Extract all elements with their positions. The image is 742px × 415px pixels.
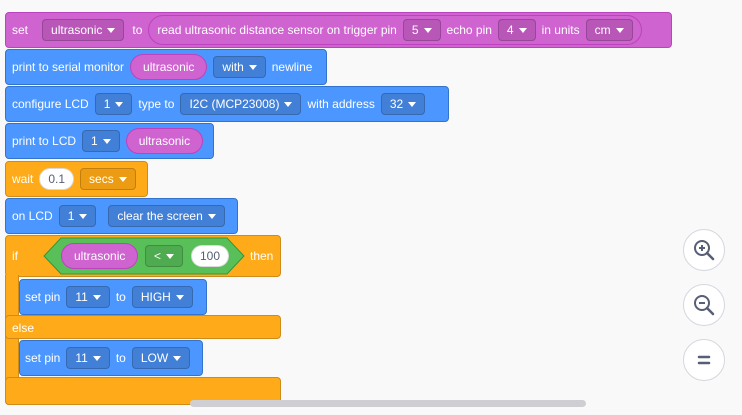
equals-icon <box>697 355 711 365</box>
else-label: else <box>12 321 35 335</box>
chevron-down-icon <box>423 27 432 33</box>
lcd-action-block[interactable]: on LCD 1 clear the screen <box>5 198 238 234</box>
variable-name: ultrasonic <box>51 23 103 37</box>
lcd-number-value: 1 <box>91 134 98 148</box>
chevron-down-icon <box>92 294 101 300</box>
address-dropdown[interactable]: 32 <box>380 93 426 115</box>
read-sensor-label: read ultrasonic distance sensor on trigg… <box>157 23 397 37</box>
comparison-operator-dropdown[interactable]: < <box>145 245 184 267</box>
pin-state-dropdown[interactable]: LOW <box>131 347 191 369</box>
zoom-in-button[interactable] <box>683 229 725 271</box>
lcd-action-dropdown[interactable]: clear the screen <box>108 205 225 227</box>
print-serial-block[interactable]: print to serial monitor ultrasonic with … <box>5 49 327 85</box>
echo-pin-dropdown[interactable]: 4 <box>497 19 536 41</box>
set-pin-low-block[interactable]: set pin 11 to LOW <box>19 340 203 376</box>
to-label: to <box>132 23 143 37</box>
chevron-down-icon <box>518 27 527 33</box>
to-label: to <box>115 351 126 365</box>
chevron-down-icon <box>175 294 184 300</box>
trigger-pin-dropdown[interactable]: 5 <box>402 19 441 41</box>
lcd-number-value: 1 <box>67 209 75 223</box>
set-pin-label: set pin <box>25 351 61 365</box>
chevron-down-icon <box>118 176 127 182</box>
chevron-down-icon <box>173 355 182 361</box>
lcd-type-value: I2C (MCP23008) <box>189 97 280 111</box>
to-label: to <box>115 290 126 304</box>
echo-pin-label: echo pin <box>446 23 492 37</box>
lcd-action-value: clear the screen <box>117 209 203 223</box>
set-label: set <box>12 23 29 37</box>
code-workspace[interactable]: set ultrasonic to read ultrasonic distan… <box>0 0 742 415</box>
wait-block[interactable]: wait 0.1 secs <box>5 161 148 197</box>
type-to-label: type to <box>138 97 175 111</box>
lcd-type-dropdown[interactable]: I2C (MCP23008) <box>180 93 302 115</box>
chevron-down-icon <box>284 101 293 107</box>
time-unit-dropdown[interactable]: secs <box>80 168 136 190</box>
configure-lcd-label: configure LCD <box>12 97 89 111</box>
compare-value-input[interactable]: 100 <box>191 245 230 267</box>
chevron-down-icon <box>248 64 257 70</box>
variable-dropdown[interactable]: ultrasonic <box>42 19 125 41</box>
configure-lcd-block[interactable]: configure LCD 1 type to I2C (MCP23008) w… <box>5 86 449 122</box>
units-label: in units <box>541 23 580 37</box>
else-bar <box>5 315 281 339</box>
chevron-down-icon <box>207 213 216 219</box>
set-pin-label: set pin <box>25 290 61 304</box>
with-address-label: with address <box>307 97 375 111</box>
pin-number-dropdown[interactable]: 11 <box>66 286 110 308</box>
pin-state-dropdown[interactable]: HIGH <box>131 286 193 308</box>
chevron-down-icon <box>115 101 124 107</box>
ultrasonic-variable-reporter[interactable]: ultrasonic <box>130 54 208 80</box>
zoom-out-icon <box>694 295 715 316</box>
chevron-down-icon <box>166 253 175 259</box>
horizontal-scrollbar[interactable] <box>190 400 586 407</box>
newline-label: newline <box>271 60 313 74</box>
set-variable-block[interactable]: set ultrasonic to read ultrasonic distan… <box>5 12 672 48</box>
lcd-number-dropdown[interactable]: 1 <box>94 93 133 115</box>
operator-value: < <box>154 249 162 263</box>
wait-duration-input[interactable]: 0.1 <box>39 168 75 190</box>
chevron-down-icon <box>92 355 101 361</box>
chevron-down-icon <box>615 27 624 33</box>
if-label: if <box>12 249 18 263</box>
lcd-number-dropdown[interactable]: 1 <box>82 130 120 152</box>
pin-number-dropdown[interactable]: 11 <box>66 347 110 369</box>
chevron-down-icon <box>408 101 417 107</box>
units-value: cm <box>594 23 611 37</box>
pin-number-value: 11 <box>75 351 88 365</box>
if-else-block[interactable]: if ultrasonic < 100 then set pin 11 to H… <box>5 235 285 407</box>
print-lcd-block[interactable]: print to LCD 1 ultrasonic <box>5 123 214 159</box>
lcd-number-value: 1 <box>103 97 111 111</box>
print-lcd-label: print to LCD <box>12 134 77 148</box>
on-lcd-label: on LCD <box>12 209 53 223</box>
lcd-number-dropdown[interactable]: 1 <box>58 205 97 227</box>
ultrasonic-read-reporter[interactable]: read ultrasonic distance sensor on trigg… <box>148 15 642 45</box>
pin-state-value: LOW <box>140 351 169 365</box>
zoom-out-button[interactable] <box>683 284 725 326</box>
pin-number-value: 11 <box>75 290 88 304</box>
with-value: with <box>222 60 244 74</box>
units-dropdown[interactable]: cm <box>585 19 633 41</box>
echo-pin-value: 4 <box>506 23 514 37</box>
address-value: 32 <box>389 97 404 111</box>
chevron-down-icon <box>79 213 88 219</box>
ultrasonic-variable-reporter[interactable]: ultrasonic <box>61 243 139 269</box>
with-dropdown[interactable]: with <box>213 56 266 78</box>
chevron-down-icon <box>107 27 116 33</box>
time-unit-value: secs <box>89 172 114 186</box>
pin-state-value: HIGH <box>140 290 171 304</box>
set-pin-high-block[interactable]: set pin 11 to HIGH <box>19 279 207 315</box>
chevron-down-icon <box>102 138 111 144</box>
print-serial-label: print to serial monitor <box>12 60 125 74</box>
zoom-reset-button[interactable] <box>683 339 725 381</box>
then-label: then <box>250 249 274 263</box>
ultrasonic-variable-reporter[interactable]: ultrasonic <box>125 128 204 154</box>
zoom-in-icon <box>694 240 715 261</box>
trigger-pin-value: 5 <box>411 23 419 37</box>
wait-label: wait <box>12 172 34 186</box>
